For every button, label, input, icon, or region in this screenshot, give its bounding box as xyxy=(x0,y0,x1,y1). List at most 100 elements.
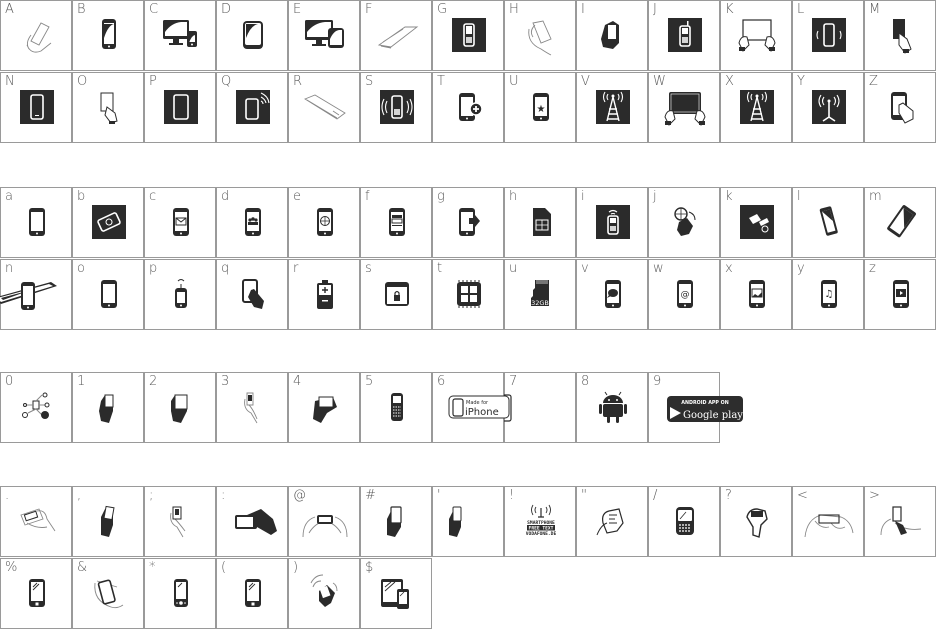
glyph-cell: 9 ANDROID APP ON Google play xyxy=(648,372,743,443)
sim-card-icon-graphic xyxy=(533,208,551,236)
smartphone-boxed-alt-icon xyxy=(145,87,217,131)
monitor-and-phone-icon-graphic xyxy=(163,20,197,47)
glyph-cell: l xyxy=(792,187,864,258)
two-hands-device-sketch-icon xyxy=(793,501,865,545)
hand-phone-landscape-black-icon xyxy=(217,501,289,545)
glyph-cell: ? xyxy=(720,486,792,557)
hand-phone-landscape-black-icon-graphic xyxy=(235,509,277,535)
hands-holding-tablet-solid-icon-graphic xyxy=(664,92,706,126)
glyph-cell: ; xyxy=(144,486,216,557)
glyph-cell: M xyxy=(864,0,936,71)
glyph-cell: ( xyxy=(216,558,288,629)
phone-antenna-icon xyxy=(145,274,217,318)
phone-mail-icon xyxy=(145,202,217,246)
hand-tapping-phone-icon-graphic xyxy=(893,19,912,54)
glyph-cell: 4 xyxy=(288,372,360,443)
hand-phone-vibrating-icon xyxy=(289,573,361,617)
phone-wifi-boxed-icon xyxy=(217,87,289,131)
cellphone-signal-boxed-icon-graphic xyxy=(596,205,630,239)
svg-text:♫: ♫ xyxy=(825,289,834,300)
glyph-cell: t xyxy=(432,259,504,330)
monitor-and-phone-icon xyxy=(145,15,217,59)
badge-line: VODAFONE.DE xyxy=(526,531,557,537)
hand-pointing-card-icon xyxy=(73,87,145,131)
glyph-cell: I xyxy=(576,0,648,71)
glyph-cell: R xyxy=(288,72,360,143)
phone-antenna-icon-graphic xyxy=(175,279,187,308)
satellite-boxed-icon xyxy=(721,202,793,246)
hand-phone-black-icon-graphic xyxy=(99,394,114,423)
glyph-cell: v xyxy=(576,259,648,330)
glyph-cell: x xyxy=(720,259,792,330)
glyph-cell: Q xyxy=(216,72,288,143)
glyph-cell: 3 xyxy=(216,372,288,443)
two-hands-phone-landscape-icon xyxy=(289,501,361,545)
phone-at-icon: @ xyxy=(649,274,721,318)
phone-star-icon-graphic: ★ xyxy=(533,93,549,121)
radio-tower-boxed-icon xyxy=(577,87,649,131)
made-for-iphone-badge-icon: Made for iPhone xyxy=(448,395,510,419)
made-for-iphone-badge-icon: Made for iPhone xyxy=(433,387,510,431)
monitor-and-tablet-icon xyxy=(289,15,361,59)
phone-star-icon: ★ xyxy=(505,87,577,131)
glyph-cell: m xyxy=(864,187,936,258)
phone-network-icon-graphic xyxy=(22,392,50,419)
two-hands-phone-landscape-icon-graphic xyxy=(302,515,348,538)
glyph-cell: G xyxy=(432,0,504,71)
glyph-cell: Z xyxy=(864,72,936,143)
glyph-cell: E xyxy=(288,0,360,71)
money-phone-boxed-icon xyxy=(73,202,145,246)
glyph-cell: 7 xyxy=(498,372,576,443)
glyph-cell: B xyxy=(72,0,144,71)
glyph-cell: A xyxy=(0,0,72,71)
antenna-boxed-icon-graphic xyxy=(812,90,846,124)
glyph-cell: f xyxy=(360,187,432,258)
phone-add-icon-graphic xyxy=(459,93,483,121)
glyph-cell: & xyxy=(72,558,144,629)
hand-phone-horizontal-icon-graphic xyxy=(313,396,337,423)
glyph-cell: u 32GB xyxy=(504,259,576,330)
phone-music-icon-graphic: ♫ xyxy=(821,280,837,308)
glyph-cell: / xyxy=(648,486,720,557)
tablet-rounded-icon-graphic xyxy=(243,21,263,49)
phone-wifi-boxed-icon-graphic xyxy=(236,90,270,124)
phone-globe-icon-graphic xyxy=(317,208,333,236)
glyph-cell: 5 xyxy=(360,372,432,443)
battery-icon xyxy=(289,274,361,318)
glyph-cell: D xyxy=(216,0,288,71)
smartphone-glossy-buttons-icon-graphic xyxy=(174,579,188,607)
glyph-cell: 0 xyxy=(0,372,72,443)
glyph-cell: N xyxy=(0,72,72,143)
glyph-cell: V xyxy=(576,72,648,143)
glyph-cell: > xyxy=(864,486,936,557)
smartphone-boxed-icon-graphic xyxy=(20,90,54,124)
glyph-cell: 1 xyxy=(72,372,144,443)
glyph-cell: C xyxy=(144,0,216,71)
glyph-cell: j xyxy=(648,187,720,258)
phone-at-icon-graphic: @ xyxy=(677,280,693,308)
glyph-cell: p xyxy=(144,259,216,330)
hand-grabbing-phone-icon-graphic xyxy=(746,508,768,538)
badge-line: FREE TEXT xyxy=(529,526,554,532)
glyph-cell: 2 xyxy=(144,372,216,443)
glyph-cell: $ xyxy=(360,558,432,629)
glyph-cell: a xyxy=(0,187,72,258)
finger-tap-tablet-icon xyxy=(217,274,289,318)
badge-big-text: Google play xyxy=(683,410,743,421)
hand-phone-sketch-icon-graphic xyxy=(244,392,258,424)
svg-text:32GB: 32GB xyxy=(531,299,549,307)
glyph-cell: b xyxy=(72,187,144,258)
android-robot-icon xyxy=(577,387,649,431)
smartphone-outline-flat-icon xyxy=(289,87,361,131)
smartphone-glossy-icon xyxy=(1,573,73,617)
hand-phone-screen-icon-graphic xyxy=(387,506,402,537)
smartphone-glossy-alt-icon-graphic xyxy=(245,579,261,607)
glyph-cell: O xyxy=(72,72,144,143)
processor-chip-icon-graphic xyxy=(457,280,481,308)
google-play-badge-icon: ANDROID APP ON Google play xyxy=(649,387,743,431)
phone-ringing-boxed-icon-graphic xyxy=(380,90,414,124)
glyph-cell: F xyxy=(360,0,432,71)
phone-music-icon: ♫ xyxy=(793,274,865,318)
phone-network-icon xyxy=(1,387,73,431)
glyph-cell: g xyxy=(432,187,504,258)
